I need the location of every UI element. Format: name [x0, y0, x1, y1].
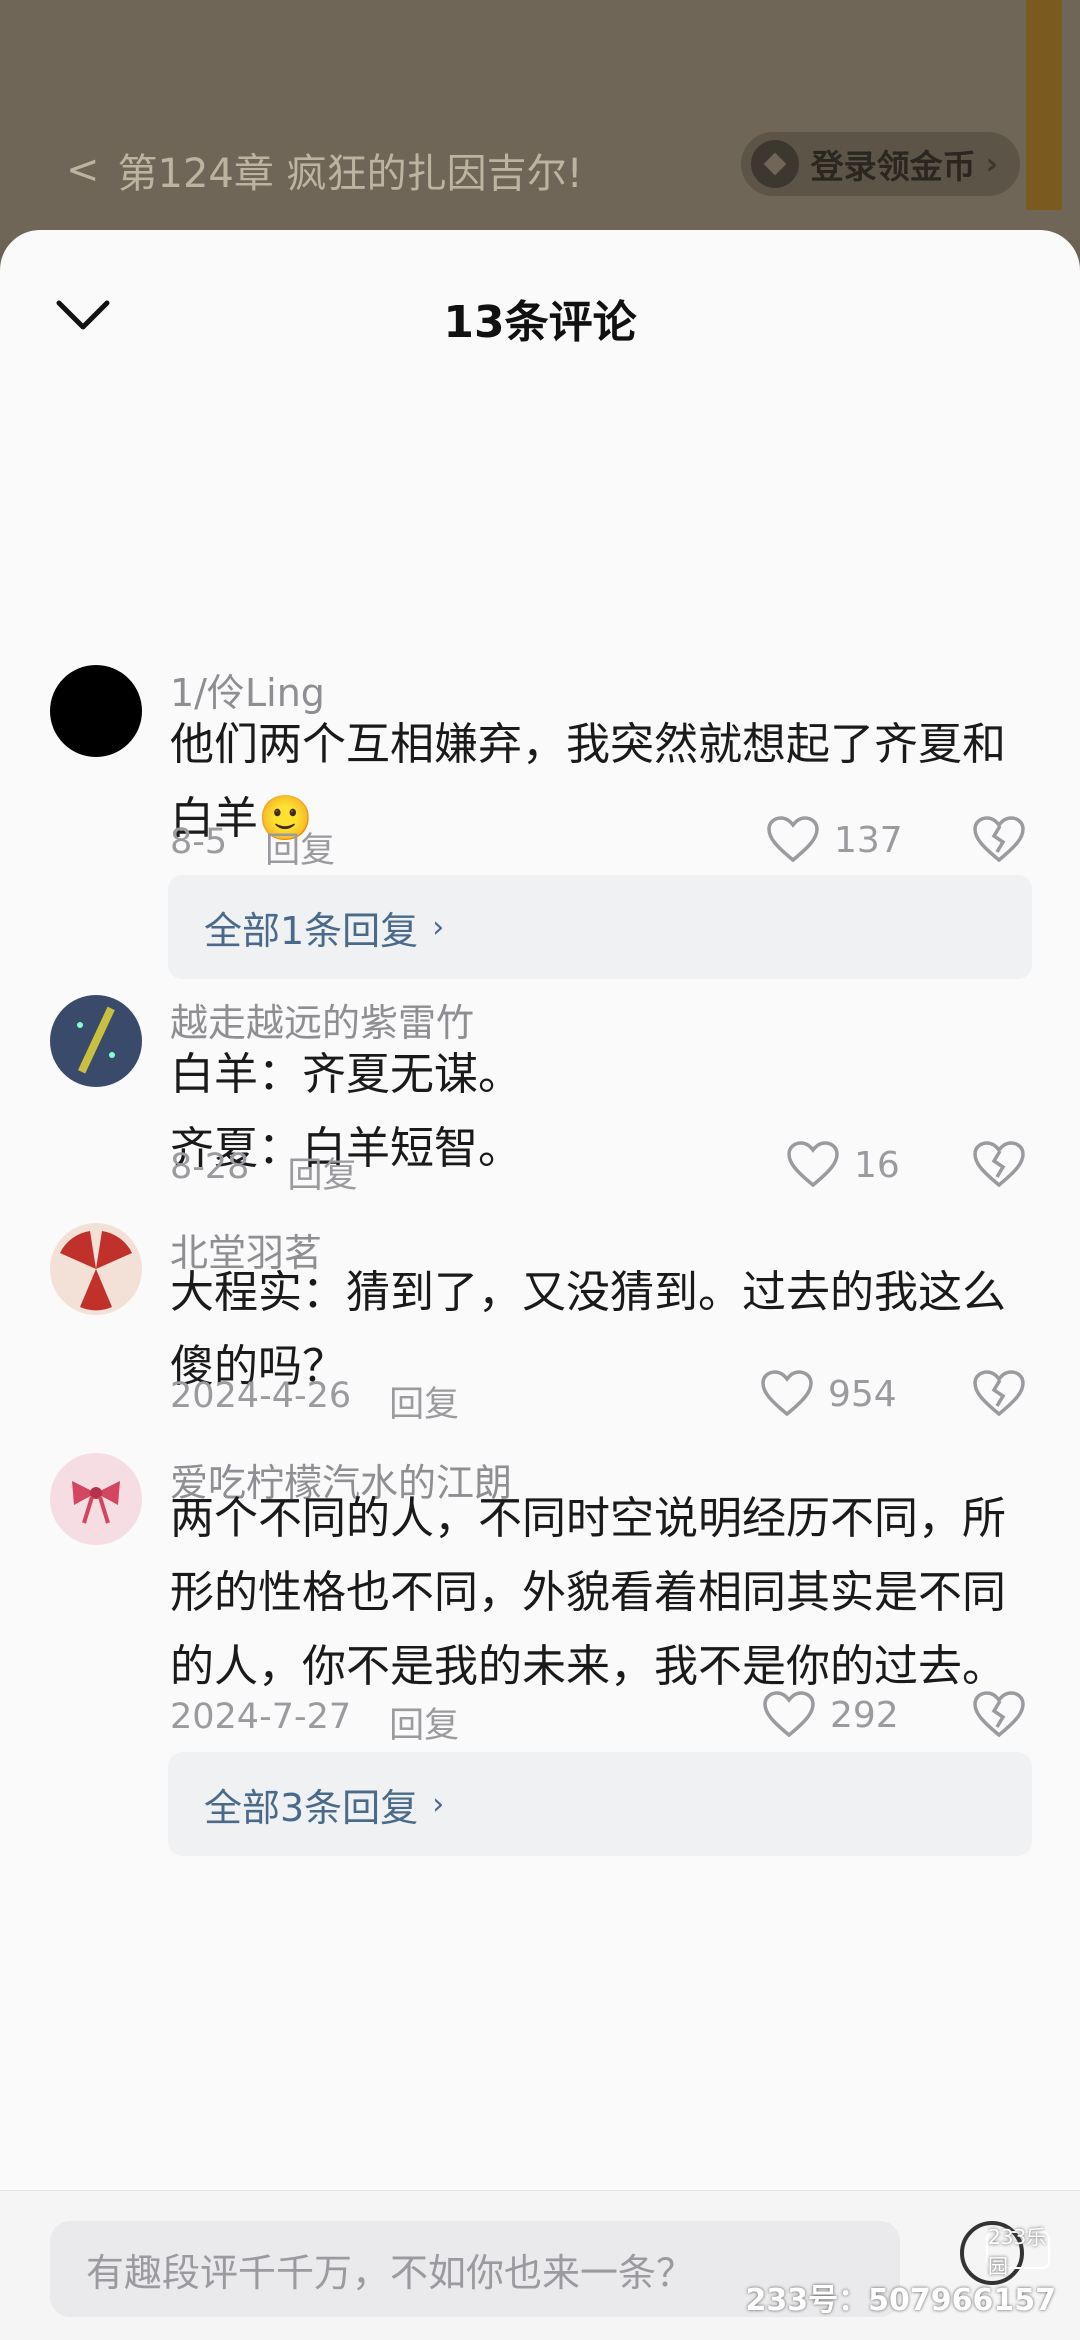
reply-button[interactable]: 回复 [389, 1376, 459, 1427]
like-count: 292 [830, 1694, 899, 1736]
chevron-right-icon: › [985, 146, 998, 182]
heart-icon [787, 1141, 839, 1188]
back-icon[interactable]: < [66, 147, 100, 193]
comment-meta: 8-28 回复 [170, 1147, 357, 1198]
like-count: 16 [854, 1144, 900, 1186]
reply-button[interactable]: 回复 [389, 1697, 459, 1748]
like-count: 137 [834, 819, 903, 861]
dislike-button[interactable] [972, 1691, 1026, 1743]
broken-heart-icon [973, 1691, 1025, 1738]
like-button[interactable]: 137 [766, 816, 903, 864]
reply-button[interactable]: 回复 [287, 1147, 357, 1198]
comment-meta: 2024-4-26 回复 [170, 1376, 459, 1427]
reader-background [0, 0, 1080, 240]
heart-icon [767, 816, 819, 863]
comment-date: 2024-7-27 [170, 1697, 352, 1737]
view-all-replies-button[interactable]: 全部3条回复 › [168, 1752, 1032, 1856]
chevron-right-icon: › [432, 1786, 445, 1822]
avatar[interactable] [50, 1223, 142, 1315]
like-button[interactable]: 954 [760, 1370, 897, 1418]
watermark-id: 233号：507966157 [745, 2283, 1057, 2318]
dislike-button[interactable] [972, 1370, 1026, 1422]
dislike-button[interactable] [972, 1141, 1026, 1193]
sheet-header: 13条评论 [0, 230, 1080, 400]
chapter-header[interactable]: < 第124章 疯狂的扎因吉尔! [66, 140, 583, 200]
comment-date: 8-5 [170, 822, 228, 862]
comment-date: 2024-4-26 [170, 1376, 352, 1416]
avatar[interactable] [50, 1453, 142, 1545]
comments-count-title: 13条评论 [443, 297, 637, 348]
dislike-button[interactable] [972, 816, 1026, 868]
comment-input-bar: 有趣段评千千万，不如你也来一条？ 233乐园 233号：507966157 [0, 2190, 1080, 2340]
like-button[interactable]: 16 [786, 1141, 900, 1189]
view-all-replies-button[interactable]: 全部1条回复 › [168, 875, 1032, 979]
view-replies-label: 全部3条回复 [204, 1785, 419, 1830]
chapter-title: 第124章 疯狂的扎因吉尔! [117, 151, 583, 197]
coin-icon [750, 140, 799, 188]
avatar[interactable] [50, 665, 142, 757]
broken-heart-icon [973, 1370, 1025, 1417]
comment-meta: 8-5 回复 [170, 822, 335, 873]
bookmark-ribbon [1026, 0, 1062, 210]
avatar[interactable] [50, 995, 142, 1087]
broken-heart-icon [973, 1141, 1025, 1188]
comment-input-placeholder: 有趣段评千千万，不如你也来一条？ [86, 2250, 695, 2295]
chevron-right-icon: › [432, 909, 445, 945]
comment-date: 8-28 [170, 1147, 250, 1187]
heart-icon [761, 1370, 813, 1417]
like-button[interactable]: 292 [762, 1691, 899, 1739]
coin-button-label: 登录领金币 [810, 147, 976, 186]
broken-heart-icon [973, 816, 1025, 863]
watermark-logo: 233乐园 [986, 2225, 1050, 2278]
comments-sheet: 13条评论 1/伶Ling 他们两个互相嫌弃，我突然就想起了齐夏和白羊🙂 8-5… [0, 230, 1080, 2340]
login-coin-button[interactable]: 登录领金币 › [740, 132, 1020, 196]
comment-meta: 2024-7-27 回复 [170, 1697, 459, 1748]
like-count: 954 [828, 1373, 897, 1415]
view-replies-label: 全部1条回复 [204, 908, 419, 953]
reply-button[interactable]: 回复 [265, 822, 335, 873]
comment-text: 两个不同的人，不同时空说明经历不同，所形的性格也不同，外貌看着相同其实是不同的人… [170, 1493, 1006, 1692]
heart-icon [763, 1691, 815, 1738]
